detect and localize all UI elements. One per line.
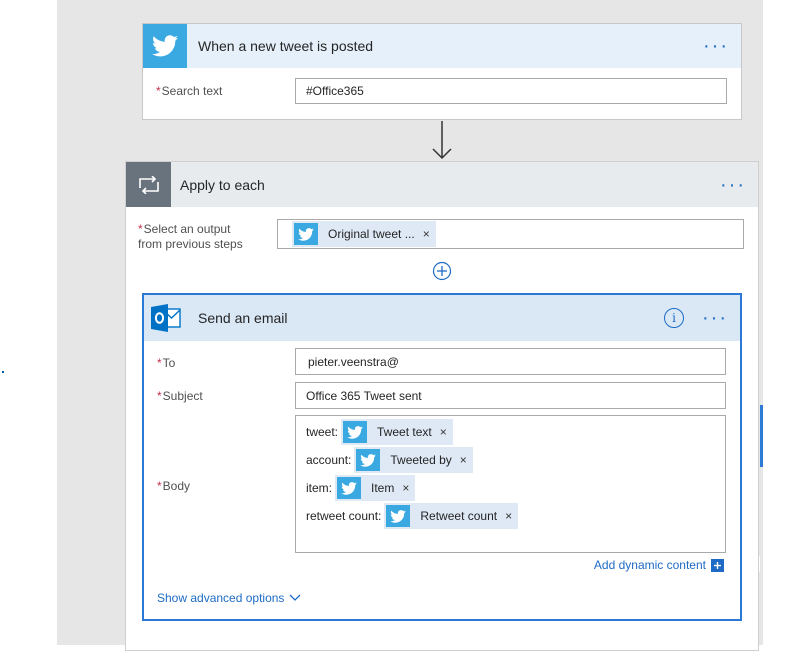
chevron-down-icon (289, 594, 301, 602)
to-label-text: To (162, 356, 176, 370)
to-input[interactable]: pieter.veenstra@ (295, 348, 726, 375)
body-row: retweet count: Retweet count × (306, 502, 725, 530)
close-icon[interactable]: × (400, 481, 415, 495)
twitter-icon (337, 477, 362, 499)
to-label: *To (157, 356, 175, 371)
subject-value: Office 365 Tweet sent (306, 388, 422, 403)
close-icon[interactable]: × (503, 509, 518, 523)
body-editor[interactable]: tweet: Tweet text × account: Tweeted by … (295, 415, 726, 553)
subject-label: *Subject (157, 389, 203, 404)
token-tweeted-by[interactable]: Tweeted by × (354, 447, 473, 473)
add-dynamic-content-icon (711, 558, 724, 572)
token-label: Original tweet ... (328, 227, 415, 241)
subject-label-text: Subject (162, 389, 203, 403)
arrow-down-icon (430, 121, 454, 161)
search-text-input[interactable]: #Office365 (295, 78, 727, 104)
send-email-title: Send an email (198, 310, 288, 326)
trigger-card-header[interactable]: When a new tweet is posted ··· (143, 24, 741, 68)
body-row: tweet: Tweet text × (306, 418, 725, 446)
apply-to-each-title: Apply to each (180, 176, 265, 193)
token-label: Item (371, 481, 395, 495)
token-tweet-text[interactable]: Tweet text × (341, 419, 453, 445)
info-icon[interactable]: i (664, 308, 684, 328)
trigger-card: When a new tweet is posted ··· *Search t… (142, 23, 742, 120)
twitter-icon (343, 421, 368, 443)
body-row-prefix: item: (306, 481, 333, 495)
trigger-title: When a new tweet is posted (198, 38, 374, 54)
search-text-label-text: Search text (161, 84, 223, 98)
select-output-label: *Select an output from previous steps (138, 222, 243, 252)
body-label-text: Body (162, 479, 191, 493)
required-mark: * (157, 389, 162, 403)
required-mark: * (157, 356, 162, 370)
add-dynamic-content-link[interactable]: Add dynamic content (594, 558, 724, 572)
token-label: Tweet text (377, 425, 432, 439)
search-text-label: *Search text (156, 84, 222, 99)
required-mark: * (156, 84, 161, 98)
apply-to-each-header[interactable]: Apply to each ··· (126, 162, 758, 207)
more-options-icon[interactable]: ··· (703, 36, 729, 56)
close-icon[interactable]: × (421, 227, 436, 241)
subject-input[interactable]: Office 365 Tweet sent (295, 382, 726, 409)
token-item[interactable]: Item × (335, 475, 416, 501)
twitter-icon (294, 223, 318, 245)
info-icon-glyph: i (672, 311, 676, 325)
twitter-icon (143, 24, 187, 68)
more-options-icon[interactable]: ··· (720, 175, 746, 195)
required-mark: * (138, 222, 143, 236)
stray-dot (2, 371, 4, 373)
body-row-prefix: account: (306, 453, 352, 467)
body-label: *Body (157, 479, 190, 494)
token-label: Retweet count (420, 509, 498, 523)
show-advanced-options-link[interactable]: Show advanced options (157, 591, 301, 605)
send-email-header[interactable]: Send an email i ··· (144, 295, 740, 341)
more-options-icon[interactable]: ··· (702, 308, 728, 328)
select-output-input[interactable]: Original tweet ... × (277, 219, 744, 249)
body-row: item: Item × (306, 474, 725, 502)
close-icon[interactable]: × (438, 425, 453, 439)
body-row-prefix: tweet: (306, 425, 339, 439)
search-text-value: #Office365 (306, 84, 364, 98)
send-email-card: Send an email i ··· *To pieter.veenstra@… (142, 293, 742, 621)
to-value: pieter.veenstra@ (308, 354, 399, 369)
outlook-icon (144, 295, 188, 341)
twitter-icon (356, 449, 381, 471)
token-original-tweet[interactable]: Original tweet ... × (292, 221, 436, 247)
show-advanced-options-label: Show advanced options (157, 591, 285, 605)
twitter-icon (386, 505, 411, 527)
close-icon[interactable]: × (458, 453, 473, 467)
add-dynamic-content-label: Add dynamic content (593, 558, 706, 572)
add-step-icon[interactable] (432, 261, 452, 281)
body-row: account: Tweeted by × (306, 446, 725, 474)
loop-icon (126, 162, 171, 207)
select-output-label-line1: Select an output (143, 222, 231, 236)
panel-edge-indicator (760, 405, 763, 467)
token-retweet-count[interactable]: Retweet count × (384, 503, 519, 529)
body-row-prefix: retweet count: (306, 509, 382, 523)
required-mark: * (157, 479, 162, 493)
select-output-label-line2: from previous steps (138, 237, 243, 251)
token-label: Tweeted by (390, 453, 452, 467)
